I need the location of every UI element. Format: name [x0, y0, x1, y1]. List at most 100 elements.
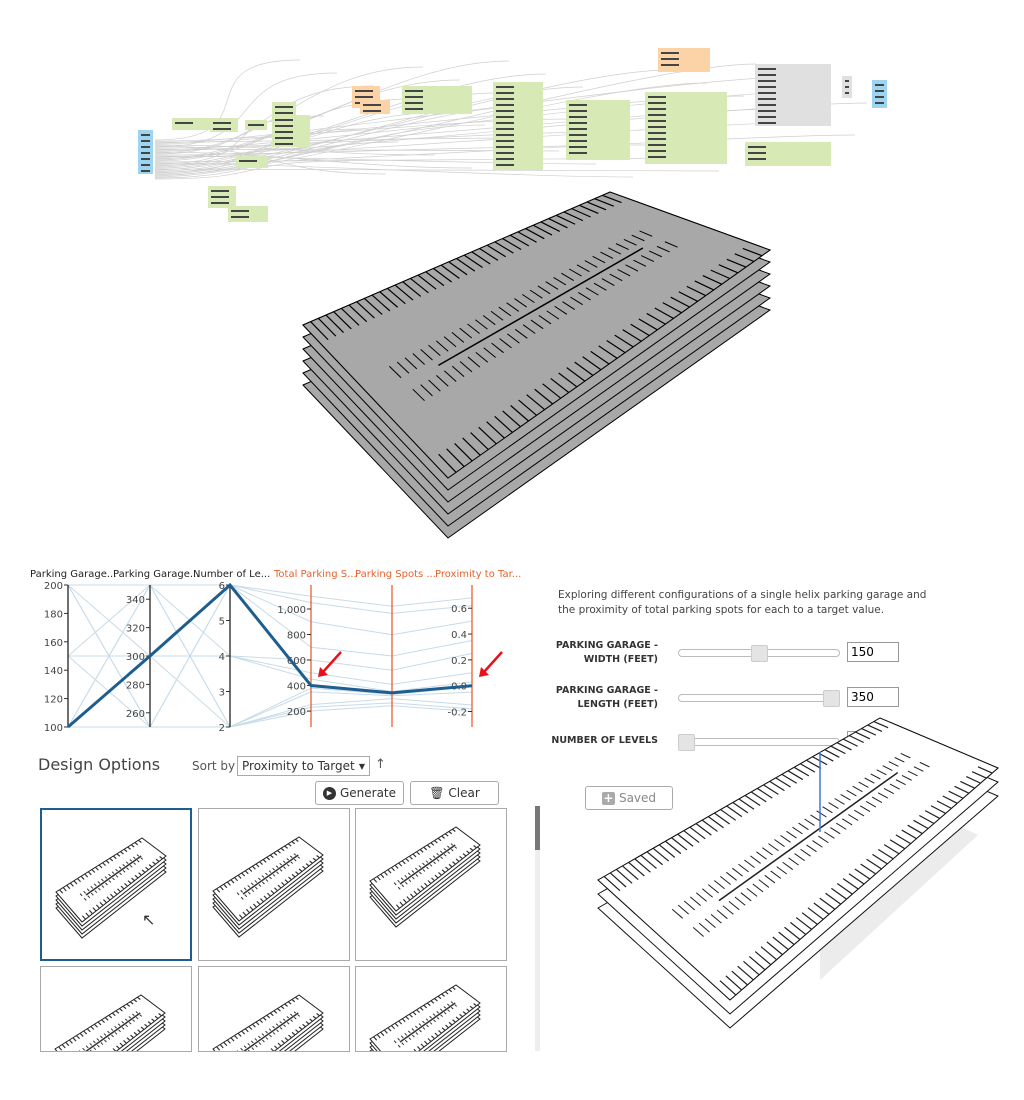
- parking-stall-line: [683, 830, 700, 844]
- parking-stall-line: [772, 936, 789, 951]
- design-option-thumbnail[interactable]: [355, 808, 507, 961]
- design-option-thumbnail[interactable]: [198, 966, 350, 1052]
- parking-stall-line: [831, 887, 847, 900]
- slider-value-input[interactable]: 350: [847, 687, 899, 707]
- parking-stall-line: [750, 855, 761, 864]
- parking-stall-line: [873, 720, 889, 729]
- saved-button[interactable]: + Saved: [585, 786, 673, 810]
- scrollbar-thumb[interactable]: [535, 806, 540, 850]
- parking-stall-line: [683, 900, 695, 911]
- parking-stall-line: [813, 902, 830, 915]
- parking-stall-line: [848, 814, 859, 821]
- parking-stall-line: [615, 868, 633, 884]
- parking-stall-line: [800, 763, 816, 773]
- slider-thumb[interactable]: [678, 734, 695, 751]
- parking-stall-line: [901, 774, 912, 781]
- parking-stall-line: [748, 955, 766, 971]
- parking-stall-line: [722, 905, 734, 915]
- parking-stall-line: [754, 951, 772, 966]
- parking-stall-line: [794, 853, 805, 862]
- parking-stall-line: [876, 769, 887, 776]
- parking-stall-line: [732, 867, 743, 877]
- parking-stall-line: [778, 931, 795, 945]
- garage-level: [597, 731, 999, 1015]
- parking-stall-line: [790, 921, 807, 935]
- slider-thumb[interactable]: [750, 645, 768, 662]
- parking-stall-line: [768, 843, 779, 852]
- parking-stall-line: [836, 822, 847, 830]
- design-option-thumbnail[interactable]: [198, 808, 350, 961]
- slider-track[interactable]: [678, 694, 840, 702]
- generate-button[interactable]: ▶ Generate: [315, 781, 404, 805]
- parking-stall-line: [707, 816, 724, 829]
- parking-stall-line: [719, 980, 737, 996]
- tick-label: 140: [44, 666, 63, 677]
- design-option-thumbnail[interactable]: [40, 966, 192, 1052]
- clear-button[interactable]: 🗑 Clear: [410, 781, 499, 805]
- tick-label: 5: [219, 617, 225, 628]
- garage-thumbnail: [369, 984, 481, 1051]
- parking-stall-line: [828, 802, 839, 809]
- design-option-thumbnail[interactable]: [355, 966, 507, 1052]
- parking-stall-line: [716, 909, 728, 920]
- parking-stall-line: [954, 785, 970, 794]
- parking-stall-line: [734, 896, 746, 906]
- parking-stall-line: [775, 777, 791, 788]
- parking-stall-line: [780, 834, 791, 843]
- scrollbar[interactable]: [535, 806, 540, 1051]
- sort-direction-arrow-up-icon[interactable]: ↑: [375, 757, 386, 772]
- axis-header-2[interactable]: Parking Garage...: [113, 569, 199, 580]
- slider-track[interactable]: [678, 738, 840, 746]
- parking-stall-line: [774, 839, 785, 847]
- parking-stall-line: [842, 878, 859, 890]
- parking-stall-line: [707, 884, 719, 894]
- axis-header-5[interactable]: Parking Spots ...: [355, 569, 436, 580]
- parking-stall-line: [828, 802, 839, 809]
- parking-stall-line: [812, 756, 828, 766]
- parking-stall-line: [671, 908, 684, 919]
- parking-stall-line: [834, 798, 845, 805]
- parking-stall-line: [677, 833, 694, 847]
- parking-stall-line: [816, 810, 827, 818]
- parking-stall-line: [971, 771, 987, 779]
- parking-stall-line: [646, 851, 663, 866]
- parking-stall-line: [738, 798, 755, 810]
- parking-stall-line: [877, 848, 894, 860]
- parking-stall-line: [726, 871, 737, 881]
- slider-label: PARKING GARAGE - WIDTH (FEET): [555, 640, 658, 665]
- slider-value-input[interactable]: 2: [847, 731, 899, 751]
- slider-value-input[interactable]: 150: [847, 642, 899, 662]
- parking-stall-line: [689, 896, 701, 907]
- parking-stall-line: [954, 785, 970, 794]
- parking-stall-line: [901, 829, 917, 840]
- parking-stall-line: [883, 844, 900, 855]
- axis-header-4[interactable]: Total Parking S...: [274, 569, 357, 580]
- parking-stall-line: [804, 818, 815, 826]
- design-option-thumbnail[interactable]: ↖: [40, 808, 192, 961]
- parking-stall-line: [830, 827, 841, 835]
- parking-stall-line: [801, 912, 818, 925]
- parking-stall-line: [716, 909, 728, 920]
- parking-stall-line: [744, 859, 755, 869]
- slider-thumb[interactable]: [823, 690, 840, 707]
- parking-stall-line: [738, 798, 755, 810]
- parking-stall-line: [782, 861, 794, 870]
- tick-label: 340: [126, 595, 145, 606]
- parking-stall-line: [792, 826, 803, 835]
- parking-stall-line: [701, 819, 718, 832]
- parking-stall-line: [852, 785, 863, 793]
- sort-select[interactable]: Proximity to Target ▼: [237, 756, 370, 776]
- axis-header-3[interactable]: Number of Le...: [193, 569, 270, 580]
- axis-header-6[interactable]: Proximity to Tar...: [435, 569, 521, 580]
- tick-label: 0.6: [451, 604, 467, 615]
- parking-stall-line: [728, 900, 740, 911]
- parking-stall-line: [870, 773, 881, 780]
- axis-header-1[interactable]: Parking Garage...: [30, 569, 116, 580]
- parking-stall-line: [907, 824, 923, 835]
- parking-stall-line: [714, 880, 725, 890]
- parking-stall-line: [737, 965, 754, 981]
- parking-stall-line: [948, 790, 964, 799]
- parallel-coordinates-chart[interactable]: 1001201401601802002602803003203402345620…: [0, 0, 540, 740]
- parking-stall-line: [842, 818, 853, 826]
- parking-stall-line: [883, 787, 894, 795]
